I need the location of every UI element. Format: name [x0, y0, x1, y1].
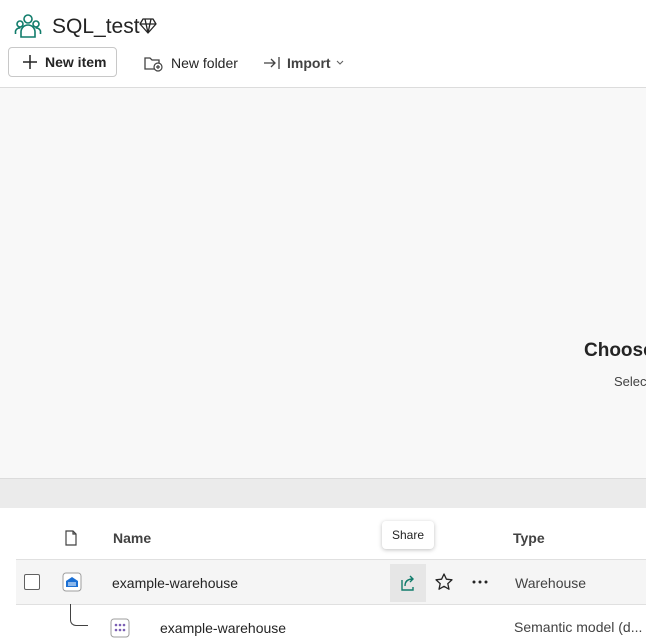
row-checkbox[interactable] [24, 574, 40, 590]
item-name-link[interactable]: example-warehouse [112, 575, 238, 591]
new-folder-button[interactable]: New folder [143, 52, 238, 74]
import-arrow-icon [264, 57, 280, 69]
workspace-title: SQL_test [52, 15, 140, 38]
diamond-icon [139, 18, 157, 34]
new-folder-label: New folder [171, 55, 238, 71]
item-type: Semantic model (d... [514, 619, 643, 635]
file-type-icon [65, 530, 77, 546]
empty-state-title: Choose [584, 340, 646, 361]
workspace-header: SQL_test New item New folder Import [0, 0, 646, 87]
semantic-model-icon [110, 618, 130, 638]
people-group-icon [14, 14, 42, 38]
item-type: Warehouse [515, 575, 587, 591]
share-tooltip: Share [382, 521, 434, 549]
star-icon[interactable] [434, 572, 454, 592]
column-header-name[interactable]: Name [113, 530, 151, 546]
import-label: Import [287, 55, 331, 71]
new-item-label: New item [45, 54, 107, 70]
plus-icon [23, 55, 37, 69]
item-name-link[interactable]: example-warehouse [160, 620, 286, 636]
column-header-type[interactable]: Type [513, 530, 545, 546]
folder-add-icon [144, 57, 163, 72]
more-options-icon[interactable] [470, 572, 490, 592]
share-button[interactable] [390, 564, 426, 602]
share-icon [401, 575, 414, 591]
warehouse-icon [62, 572, 82, 592]
chevron-down-icon [336, 60, 343, 65]
new-item-button[interactable]: New item [8, 47, 117, 77]
import-button[interactable]: Import [263, 52, 344, 74]
panel-splitter [0, 478, 646, 508]
empty-state-panel [0, 88, 646, 478]
row-divider [16, 604, 646, 605]
empty-state-subtitle: Selec [614, 374, 646, 389]
child-connector [70, 604, 88, 626]
